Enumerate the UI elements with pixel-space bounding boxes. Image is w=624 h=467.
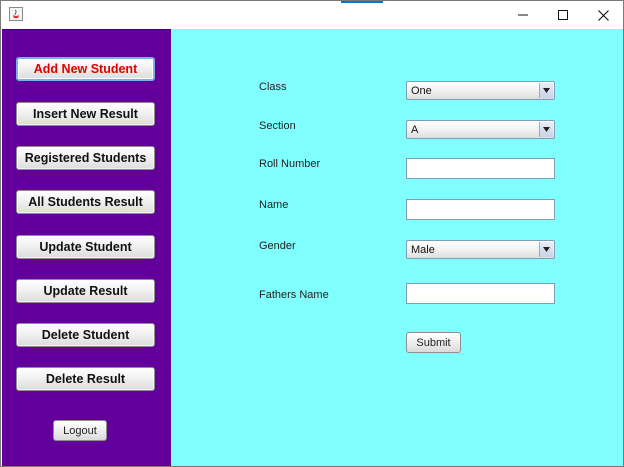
section-select-value: A	[411, 124, 419, 136]
section-label: Section	[259, 120, 296, 132]
chevron-down-icon[interactable]	[539, 242, 553, 257]
gender-select-value: Male	[411, 244, 435, 256]
title-bar-accent	[341, 1, 383, 3]
close-icon	[597, 9, 609, 21]
minimize-icon	[518, 14, 528, 16]
student-form-panel: Class One Section A Roll Number Name Gen…	[171, 29, 623, 466]
name-label: Name	[259, 199, 289, 211]
title-bar	[1, 1, 623, 29]
maximize-button[interactable]	[543, 1, 583, 29]
roll-number-label: Roll Number	[259, 158, 321, 170]
section-select[interactable]: A	[406, 120, 555, 139]
fathers-name-field[interactable]	[406, 283, 555, 304]
insert-new-result-button[interactable]: Insert New Result	[16, 102, 155, 126]
update-student-button[interactable]: Update Student	[16, 235, 155, 259]
class-label: Class	[259, 81, 287, 93]
java-app-icon[interactable]	[9, 7, 23, 21]
maximize-icon	[558, 10, 568, 20]
class-select-value: One	[411, 85, 432, 97]
name-field[interactable]	[406, 199, 555, 220]
delete-result-button[interactable]: Delete Result	[16, 367, 155, 391]
logout-button[interactable]: Logout	[53, 420, 107, 441]
gender-label: Gender	[259, 240, 296, 252]
all-students-result-button[interactable]: All Students Result	[16, 190, 155, 214]
chevron-down-icon[interactable]	[539, 122, 553, 137]
update-result-button[interactable]: Update Result	[16, 279, 155, 303]
chevron-down-icon[interactable]	[539, 83, 553, 98]
add-new-student-button[interactable]: Add New Student	[16, 57, 155, 81]
fathers-name-label: Fathers Name	[259, 289, 329, 301]
submit-button[interactable]: Submit	[406, 332, 461, 353]
gender-select[interactable]: Male	[406, 240, 555, 259]
registered-students-button[interactable]: Registered Students	[16, 146, 155, 170]
delete-student-button[interactable]: Delete Student	[16, 323, 155, 347]
sidebar: Add New Student Insert New Result Regist…	[2, 29, 171, 466]
roll-number-field[interactable]	[406, 158, 555, 179]
class-select[interactable]: One	[406, 81, 555, 100]
minimize-button[interactable]	[503, 1, 543, 29]
close-button[interactable]	[583, 1, 623, 29]
app-window: Add New Student Insert New Result Regist…	[0, 0, 624, 467]
